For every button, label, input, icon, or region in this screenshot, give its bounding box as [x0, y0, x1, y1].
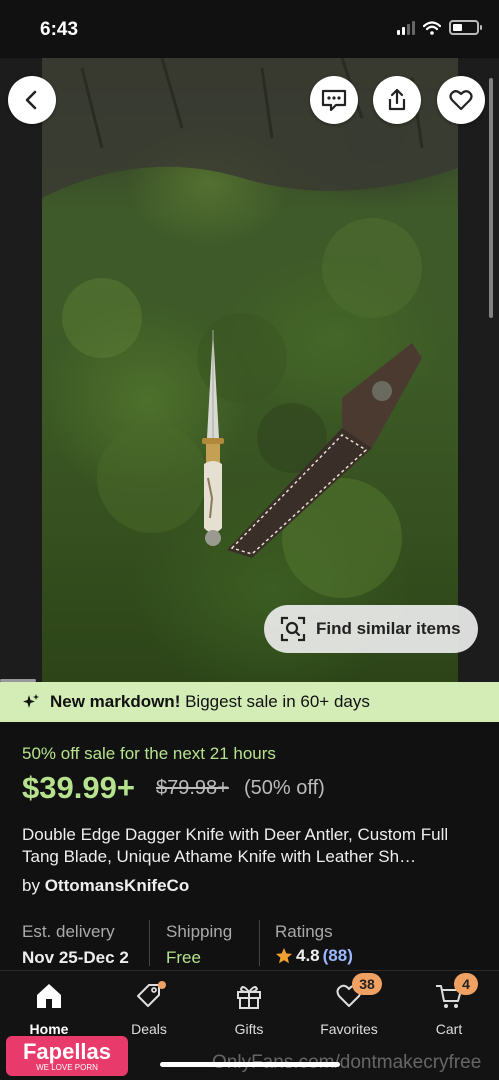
- listing-title[interactable]: Double Edge Dagger Knife with Deer Antle…: [22, 824, 482, 868]
- delivery-info: Est. delivery Nov 25-Dec 2: [22, 922, 129, 968]
- home-icon: [32, 979, 66, 1013]
- tab-home[interactable]: Home: [0, 979, 99, 1039]
- tab-cart[interactable]: 4 Cart: [399, 973, 499, 1039]
- watermark-logo: Fapellas WE LOVE PORN: [6, 1036, 128, 1076]
- divider: [149, 920, 150, 966]
- status-time: 6:43: [40, 19, 79, 40]
- tab-gifts[interactable]: Gifts: [199, 979, 299, 1039]
- shipping-label: Shipping: [166, 922, 233, 941]
- original-price: $79.98+: [156, 777, 229, 799]
- rating-number: 4.8: [296, 946, 320, 965]
- heart-icon: 38: [332, 973, 382, 1013]
- dagger-photo-illustration: [42, 58, 458, 598]
- product-image-gallery[interactable]: Find similar items: [0, 58, 499, 682]
- ratings-info[interactable]: Ratings 4.8 (88): [275, 922, 353, 966]
- markdown-banner: New markdown! Biggest sale in 60+ days: [0, 682, 499, 722]
- logo-title: Fapellas: [22, 1038, 112, 1064]
- cellular-signal-icon: [397, 20, 415, 35]
- product-photo[interactable]: [42, 58, 458, 682]
- find-similar-items-button[interactable]: Find similar items: [264, 605, 478, 653]
- back-button[interactable]: [8, 76, 56, 124]
- tab-favorites[interactable]: 38 Favorites: [299, 973, 399, 1039]
- tab-favorites-label: Favorites: [320, 1021, 378, 1037]
- delivery-label: Est. delivery: [22, 922, 115, 941]
- previous-image-peek: [0, 58, 42, 682]
- banner-strong-text: New markdown!: [50, 692, 181, 711]
- sale-countdown: 50% off sale for the next 21 hours: [22, 744, 276, 763]
- status-icons: [397, 20, 482, 35]
- listing-details: 50% off sale for the next 21 hours $39.9…: [0, 722, 499, 970]
- status-bar: 6:43: [0, 0, 499, 58]
- tab-cart-label: Cart: [435, 1021, 463, 1037]
- divider: [259, 920, 260, 966]
- scroll-indicator: [489, 78, 493, 318]
- battery-icon: [449, 20, 482, 35]
- shipping-value: Free: [166, 948, 201, 967]
- favorites-count-badge: 38: [352, 973, 382, 995]
- logo-subtitle: WE LOVE PORN: [36, 1062, 98, 1072]
- banner-text: Biggest sale in 60+ days: [185, 692, 370, 711]
- sale-price: $39.99+: [22, 770, 135, 805]
- find-similar-label: Find similar items: [316, 619, 461, 638]
- tab-gifts-label: Gifts: [234, 1021, 264, 1037]
- wifi-icon: [423, 20, 441, 35]
- share-button[interactable]: [373, 76, 421, 124]
- tab-deals[interactable]: Deals: [99, 979, 199, 1039]
- shipping-info: Shipping Free: [166, 922, 232, 968]
- discount-percent: (50% off): [244, 777, 325, 799]
- gift-icon: [232, 979, 266, 1013]
- chat-bubble-icon: [321, 89, 347, 112]
- cart-icon: 4: [432, 973, 478, 1013]
- home-indicator: [160, 1062, 340, 1067]
- ratings-label: Ratings: [275, 922, 333, 941]
- rating-count[interactable]: (88): [323, 946, 353, 966]
- ratings-value[interactable]: 4.8 (88): [275, 946, 353, 966]
- chevron-left-icon: [25, 90, 37, 110]
- shop-name[interactable]: OttomansKnifeCo: [45, 876, 190, 895]
- star-icon: [276, 948, 292, 964]
- favorite-button[interactable]: [437, 76, 485, 124]
- tab-home-label: Home: [29, 1021, 69, 1037]
- shop-prefix: by: [22, 876, 40, 895]
- cart-count-badge: 4: [454, 973, 478, 995]
- tag-icon: [132, 979, 166, 1013]
- visual-search-icon: [280, 616, 306, 642]
- notification-dot: [158, 981, 166, 989]
- share-icon: [388, 88, 406, 111]
- shop-link[interactable]: by OttomansKnifeCo: [22, 876, 189, 896]
- tab-deals-label: Deals: [131, 1021, 167, 1037]
- heart-icon: [449, 90, 473, 111]
- message-seller-button[interactable]: [310, 76, 358, 124]
- sparkle-icon: [23, 694, 39, 708]
- delivery-value: Nov 25-Dec 2: [22, 948, 129, 967]
